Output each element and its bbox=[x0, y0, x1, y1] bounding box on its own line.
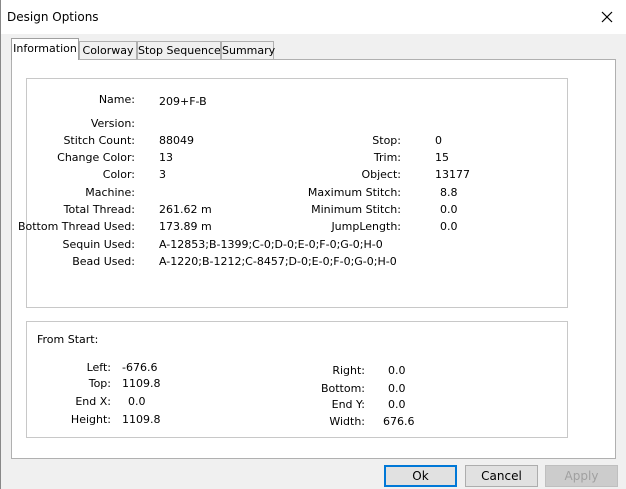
sequin-used-value: A-12853;B-1399;C-0;D-0;E-0;F-0;G-0;H-0 bbox=[159, 238, 383, 251]
bottom-thread-label: Bottom Thread Used: bbox=[17, 220, 135, 233]
height-label: Height: bbox=[70, 413, 111, 426]
stop-label: Stop: bbox=[372, 134, 401, 147]
apply-button[interactable]: Apply bbox=[545, 465, 618, 487]
design-info-group: Name: 209+F-B Version: Stitch Count: 880… bbox=[18, 78, 568, 308]
minimum-stitch-label: Minimum Stitch: bbox=[311, 203, 401, 216]
maximum-stitch-label: Maximum Stitch: bbox=[307, 186, 401, 199]
right-value: 0.0 bbox=[388, 364, 406, 377]
end-x-label: End X: bbox=[75, 395, 111, 408]
tab-information[interactable]: Information bbox=[11, 38, 79, 60]
design-options-dialog: Design Options Information Colorway Stop… bbox=[0, 0, 626, 489]
total-thread-value: 261.62 m bbox=[159, 203, 212, 216]
maximum-stitch-value: 8.8 bbox=[440, 186, 458, 199]
color-label: Color: bbox=[102, 168, 135, 181]
close-icon bbox=[601, 11, 613, 23]
end-x-value: 0.0 bbox=[128, 395, 146, 408]
top-value: 1109.8 bbox=[122, 377, 161, 390]
machine-label: Machine: bbox=[85, 186, 135, 199]
minimum-stitch-value: 0.0 bbox=[440, 203, 458, 216]
width-label: Width: bbox=[329, 415, 365, 428]
left-label: Left: bbox=[86, 361, 111, 374]
tab-stop-sequence[interactable]: Stop Sequence bbox=[137, 41, 221, 59]
sequin-used-label: Sequin Used: bbox=[62, 238, 135, 251]
bottom-thread-value: 173.89 m bbox=[159, 220, 212, 233]
object-label: Object: bbox=[361, 168, 401, 181]
end-y-label: End Y: bbox=[331, 398, 365, 411]
bead-used-value: A-1220;B-1212;C-8457;D-0;E-0;F-0;G-0;H-0 bbox=[159, 255, 397, 268]
name-value: 209+F-B bbox=[159, 95, 207, 108]
width-value: 676.6 bbox=[383, 415, 415, 428]
name-label: Name: bbox=[98, 93, 135, 106]
version-label: Version: bbox=[90, 117, 135, 130]
end-y-value: 0.0 bbox=[388, 398, 406, 411]
tab-colorway[interactable]: Colorway bbox=[79, 41, 137, 59]
from-start-group: From Start: Left: -676.6 Top: 1109.8 End… bbox=[26, 321, 568, 438]
tab-summary[interactable]: Summary bbox=[221, 41, 275, 59]
close-button[interactable] bbox=[587, 0, 626, 34]
stitch-count-label: Stitch Count: bbox=[63, 134, 135, 147]
trim-value: 15 bbox=[435, 151, 449, 164]
title-bar[interactable]: Design Options bbox=[1, 0, 626, 34]
bead-used-label: Bead Used: bbox=[72, 255, 135, 268]
stop-value: 0 bbox=[435, 134, 442, 147]
left-value: -676.6 bbox=[122, 361, 158, 374]
total-thread-label: Total Thread: bbox=[63, 203, 135, 216]
change-color-value: 13 bbox=[159, 151, 173, 164]
from-start-heading: From Start: bbox=[37, 333, 99, 346]
change-color-label: Change Color: bbox=[57, 151, 135, 164]
jump-length-value: 0.0 bbox=[440, 220, 458, 233]
height-value: 1109.8 bbox=[122, 413, 161, 426]
information-panel: Name: 209+F-B Version: Stitch Count: 880… bbox=[11, 59, 616, 459]
jump-length-label: JumpLength: bbox=[331, 220, 401, 233]
bottom-label: Bottom: bbox=[320, 382, 365, 395]
object-value: 13177 bbox=[435, 168, 470, 181]
color-value: 3 bbox=[159, 168, 166, 181]
cancel-button[interactable]: Cancel bbox=[465, 465, 538, 487]
bottom-value: 0.0 bbox=[388, 382, 406, 395]
trim-label: Trim: bbox=[373, 151, 401, 164]
top-label: Top: bbox=[88, 377, 111, 390]
ok-button[interactable]: Ok bbox=[384, 465, 457, 487]
stitch-count-value: 88049 bbox=[159, 134, 194, 147]
window-title: Design Options bbox=[7, 10, 99, 24]
right-label: Right: bbox=[332, 364, 365, 377]
